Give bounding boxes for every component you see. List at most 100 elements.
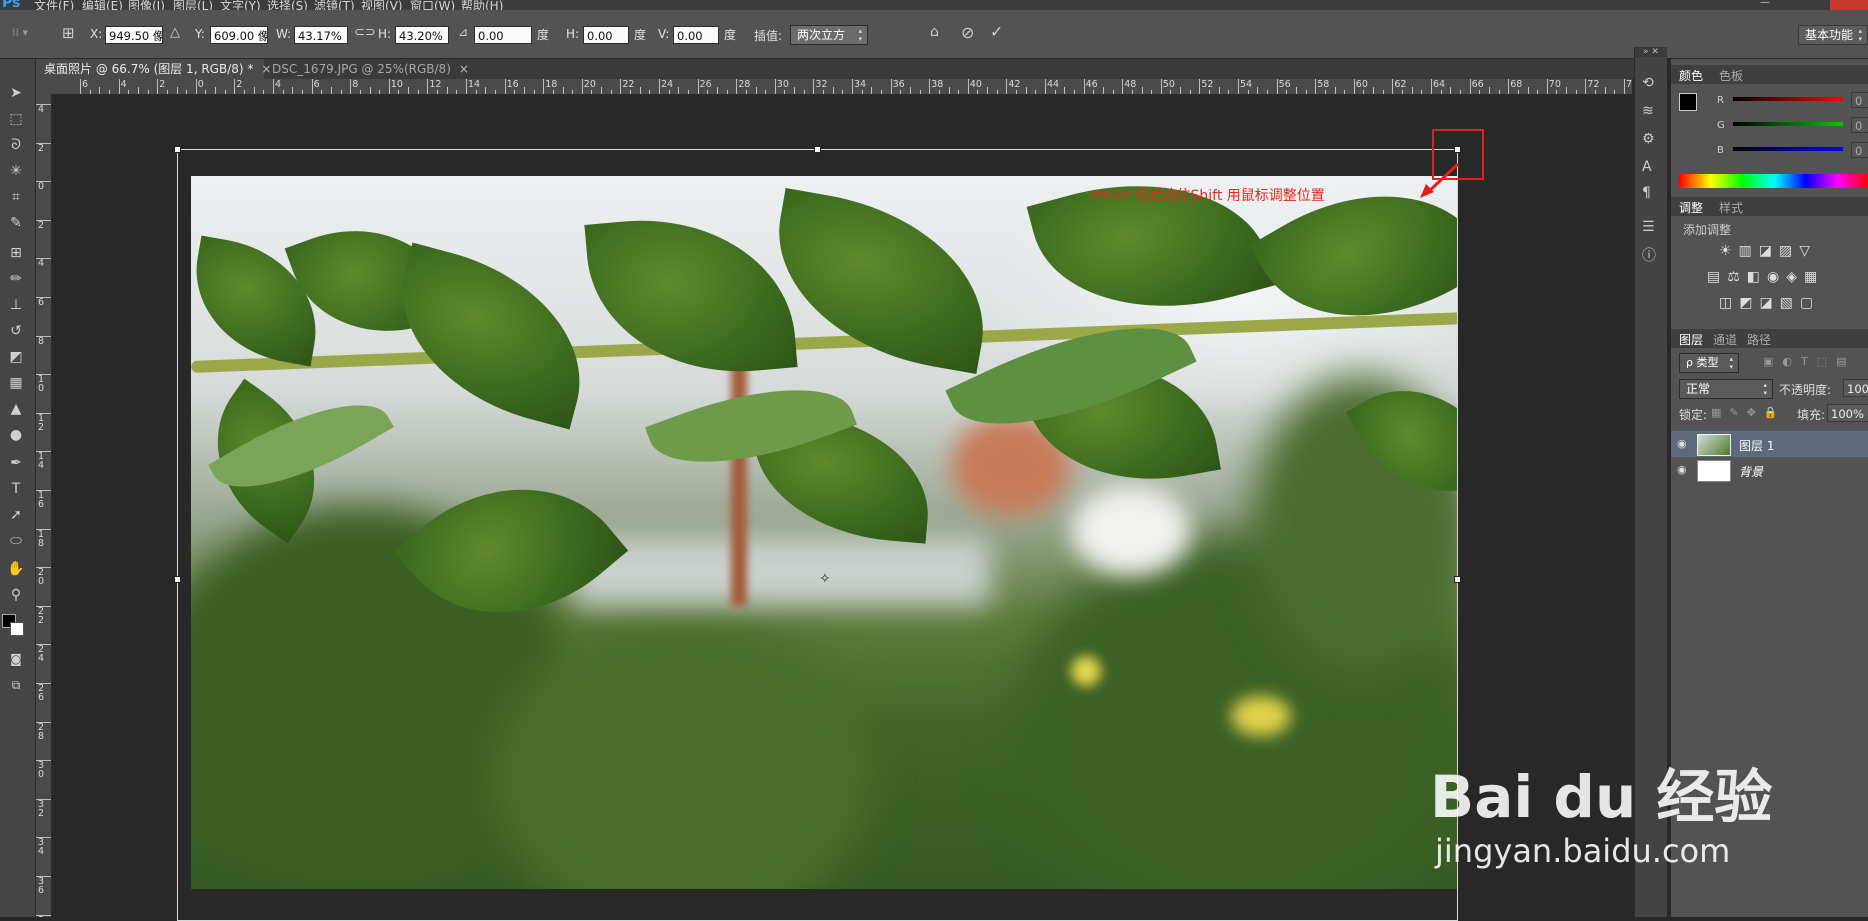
link-icon[interactable]: ⊂⊃ <box>354 25 376 40</box>
angle-field[interactable]: 0.00 <box>474 26 532 44</box>
eyedropper-icon[interactable]: ✎ <box>4 211 28 235</box>
screen-mode-icon[interactable]: ⧉ <box>4 673 28 697</box>
r-field[interactable]: 0 <box>1851 92 1868 108</box>
panel-foreground-swatch[interactable] <box>1679 93 1697 111</box>
collapse-panels-icon[interactable]: » ✕ <box>1635 47 1667 57</box>
marquee-tool-icon[interactable]: ⬚ <box>4 107 28 131</box>
delta-icon[interactable]: △ <box>170 25 180 40</box>
r-slider[interactable] <box>1733 97 1843 101</box>
layer-filter-select[interactable]: ρ 类型 <box>1679 353 1739 373</box>
tool-preset-icon[interactable]: ⁞⁞ ▾ <box>12 26 28 39</box>
g-field[interactable]: 0 <box>1851 117 1868 133</box>
gradient-tool-icon[interactable]: ▦ <box>4 371 28 395</box>
layer-filter-icons[interactable]: ▣◐T⬚▤ <box>1763 355 1856 368</box>
clone-source-icon[interactable]: ⚙ <box>1642 131 1655 147</box>
color-spectrum[interactable] <box>1679 174 1868 188</box>
transform-handle[interactable] <box>174 576 181 583</box>
tab-adjustments[interactable]: 调整 <box>1679 199 1703 216</box>
layer-row[interactable]: ◉ 背景 <box>1671 457 1868 483</box>
crop-tool-icon[interactable]: ⌗ <box>4 185 28 209</box>
transform-handle[interactable] <box>814 146 821 153</box>
tab-desktop-photo[interactable]: 桌面照片 @ 66.7% (图层 1, RGB/8) * × <box>36 59 271 79</box>
blur-tool-icon[interactable]: ▲ <box>4 397 28 421</box>
tab-channels[interactable]: 通道 <box>1713 331 1737 348</box>
tab-swatches[interactable]: 色板 <box>1719 67 1743 84</box>
history-brush-icon[interactable]: ↺ <box>4 319 28 343</box>
info-panel-icon[interactable]: ⓘ <box>1642 245 1656 265</box>
menu-help[interactable]: 帮助(H) <box>461 0 503 10</box>
transform-center-icon[interactable]: ✧ <box>819 571 831 587</box>
adjustment-icons-row3[interactable]: ◫◩◪▧▢ <box>1719 295 1820 311</box>
x-field[interactable]: 949.50 像素 <box>105 26 163 44</box>
g-slider[interactable] <box>1733 122 1843 126</box>
visibility-eye-icon[interactable]: ◉ <box>1677 463 1687 476</box>
menu-view[interactable]: 视图(V) <box>361 0 403 10</box>
h-field[interactable]: 43.20% <box>395 26 449 44</box>
menu-file[interactable]: 文件(F) <box>34 0 74 10</box>
layer-name[interactable]: 图层 1 <box>1739 437 1774 454</box>
lasso-tool-icon[interactable]: ᘐ <box>4 133 28 157</box>
transform-bounding-box[interactable] <box>174 146 1461 921</box>
menu-image[interactable]: 图像(I) <box>128 0 165 10</box>
magic-wand-icon[interactable]: ✳ <box>4 159 28 183</box>
menu-type[interactable]: 文字(Y) <box>220 0 261 10</box>
menu-layer[interactable]: 图层(L) <box>173 0 213 10</box>
vertical-ruler[interactable]: 4202468101214161820222426283032343638 <box>36 94 52 917</box>
tab-layers[interactable]: 图层 <box>1679 331 1703 348</box>
interp-select[interactable]: 两次立方 <box>790 25 868 45</box>
dodge-tool-icon[interactable]: ● <box>4 423 28 447</box>
blend-mode-select[interactable]: 正常 <box>1679 379 1773 399</box>
brush-tool-icon[interactable]: ✏ <box>4 267 28 291</box>
b-field[interactable]: 0 <box>1851 142 1868 158</box>
character-panel-icon[interactable]: A <box>1642 159 1652 175</box>
close-window-icon[interactable] <box>1830 0 1868 10</box>
tab-paths[interactable]: 路径 <box>1747 331 1771 348</box>
background-color-swatch[interactable] <box>10 622 24 636</box>
w-field[interactable]: 43.17% <box>294 26 348 44</box>
hand-tool-icon[interactable]: ✋ <box>4 557 28 581</box>
tab-color[interactable]: 颜色 <box>1679 67 1703 84</box>
opacity-field[interactable]: 100% <box>1843 379 1868 397</box>
y-field[interactable]: 609.00 像素 <box>210 26 268 44</box>
brush-panel-icon[interactable]: ≋ <box>1642 103 1654 119</box>
horizontal-ruler[interactable]: 6 4 2 0 2 4 6 8 10 12 14 16 18 20 22 24 26 28 30 32 34 36 38 40… <box>52 79 1632 95</box>
clone-stamp-icon[interactable]: ⊥ <box>4 293 28 317</box>
minimize-window-icon[interactable]: — <box>1760 0 1800 8</box>
adjustment-icons-row1[interactable]: ☀▥◪▨▽ <box>1719 243 1817 259</box>
tab-dsc1679[interactable]: DSC_1679.JPG @ 25%(RGB/8) × <box>264 59 469 79</box>
move-tool-icon[interactable]: ➤ <box>4 81 28 105</box>
fill-field[interactable]: 100% <box>1827 404 1868 422</box>
zoom-tool-icon[interactable]: ⚲ <box>4 583 28 607</box>
quick-mask-icon[interactable]: ◙ <box>4 647 28 671</box>
commit-transform-icon[interactable]: ✓ <box>990 22 1003 41</box>
type-tool-icon[interactable]: T <box>4 477 28 501</box>
transform-handle[interactable] <box>1454 576 1461 583</box>
path-selection-icon[interactable]: ➚ <box>4 503 28 527</box>
menu-select[interactable]: 选择(S) <box>267 0 308 10</box>
adjustment-icons-row2[interactable]: ▤⚖◧◉◈▦ <box>1707 269 1824 285</box>
ellipse-tool-icon[interactable]: ⬭ <box>4 529 28 553</box>
menu-edit[interactable]: 编辑(E) <box>82 0 123 10</box>
healing-brush-icon[interactable]: ⊞ <box>4 241 28 265</box>
menu-window[interactable]: 窗口(W) <box>410 0 455 10</box>
paragraph-panel-icon[interactable]: ¶ <box>1642 185 1651 201</box>
menu-filter[interactable]: 滤镜(T) <box>314 0 355 10</box>
layer-row[interactable]: ◉ 图层 1 <box>1671 431 1868 457</box>
eraser-tool-icon[interactable]: ◩ <box>4 345 28 369</box>
lock-icons[interactable]: ▦✎✥🔒 <box>1711 406 1786 419</box>
transform-handle[interactable] <box>174 146 181 153</box>
b-slider[interactable] <box>1733 147 1843 151</box>
workspace-button[interactable]: 基本功能 <box>1798 25 1868 45</box>
layer-name[interactable]: 背景 <box>1739 463 1763 480</box>
history-panel-icon[interactable]: ⟲ <box>1642 75 1654 91</box>
pen-tool-icon[interactable]: ✒ <box>4 451 28 475</box>
reference-point-icon[interactable]: ⊞ <box>62 24 75 42</box>
close-tab-icon[interactable]: × <box>459 62 469 76</box>
warp-mode-icon[interactable]: ⌂ <box>930 24 939 40</box>
hskew-field[interactable]: 0.00 <box>583 26 629 44</box>
properties-panel-icon[interactable]: ☰ <box>1642 219 1655 235</box>
visibility-eye-icon[interactable]: ◉ <box>1677 437 1687 450</box>
tab-styles[interactable]: 样式 <box>1719 199 1743 216</box>
cancel-transform-icon[interactable]: ⊘ <box>961 23 974 42</box>
vskew-field[interactable]: 0.00 <box>673 26 719 44</box>
